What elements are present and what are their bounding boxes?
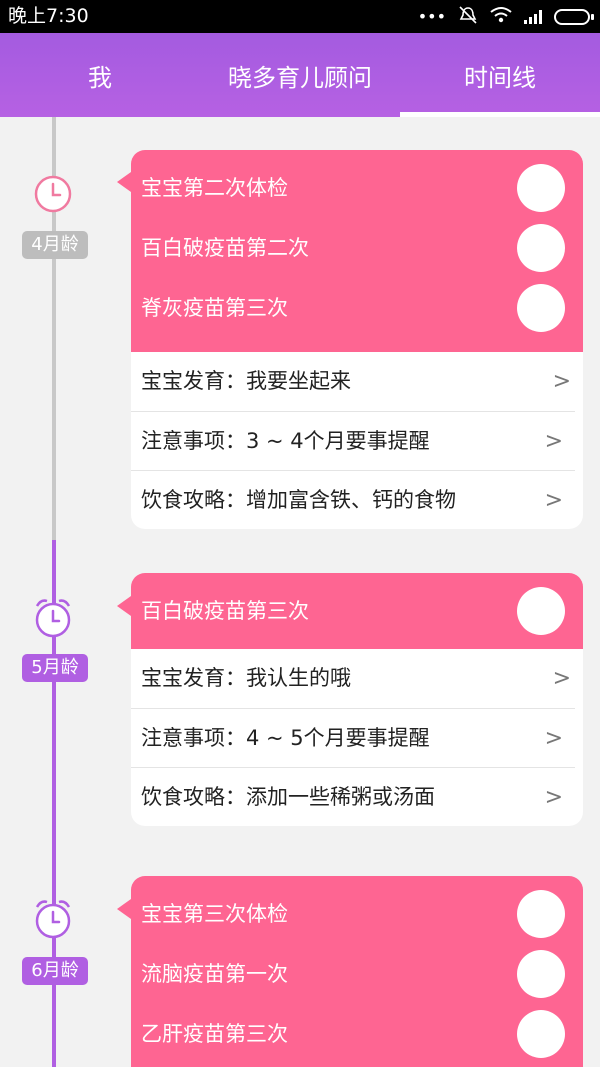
wifi-icon	[490, 6, 512, 28]
vaccine-check-toggle[interactable]	[517, 890, 565, 938]
chevron-right-icon: >	[552, 369, 571, 394]
vaccine-item[interactable]: 乙肝疫苗第三次	[131, 1004, 583, 1064]
info-row-notes[interactable]: 注意事项：3 ~ 4个月要事提醒 >	[131, 411, 575, 470]
info-row-diet[interactable]: 饮食攻略：增加富含铁、钙的食物 >	[131, 470, 575, 529]
info-row-development[interactable]: 宝宝发育：我要坐起来 >	[131, 352, 583, 411]
timeline-card: 宝宝第三次体检 流脑疫苗第一次 乙肝疫苗第三次	[131, 876, 583, 1067]
vaccine-check-toggle[interactable]	[517, 587, 565, 635]
chevron-right-icon: >	[544, 488, 563, 513]
alarm-clock-icon	[33, 596, 73, 638]
chevron-right-icon: >	[544, 429, 563, 454]
signal-icon	[524, 9, 542, 24]
status-icons: •••	[417, 4, 594, 29]
info-row-notes[interactable]: 注意事项：4 ~ 5个月要事提醒 >	[131, 708, 575, 767]
vaccine-item[interactable]: 百白破疫苗第二次	[131, 218, 583, 278]
info-label: 注意事项：3 ~ 4个月要事提醒	[141, 429, 430, 453]
info-label: 宝宝发育：我认生的哦	[141, 666, 351, 690]
chevron-right-icon: >	[552, 666, 571, 691]
info-label: 宝宝发育：我要坐起来	[141, 369, 351, 393]
timeline-card: 宝宝第二次体检 百白破疫苗第二次 脊灰疫苗第三次 宝宝发育：我要坐起来 > 注意…	[131, 150, 583, 529]
chevron-right-icon: >	[544, 785, 563, 810]
more-icon: •••	[417, 7, 446, 26]
info-label: 饮食攻略：添加一些稀粥或汤面	[141, 785, 435, 809]
info-row-diet[interactable]: 饮食攻略：添加一些稀粥或汤面 >	[131, 767, 575, 826]
vaccine-label: 乙肝疫苗第三次	[141, 1022, 288, 1046]
status-bar: 晚上7:30 •••	[0, 0, 600, 33]
age-badge: 4月龄	[22, 231, 88, 259]
info-row-development[interactable]: 宝宝发育：我认生的哦 >	[131, 649, 583, 708]
mute-icon	[458, 5, 478, 29]
vaccine-item[interactable]: 流脑疫苗第一次	[131, 944, 583, 1004]
vaccine-check-toggle[interactable]	[517, 284, 565, 332]
tab-advisor[interactable]: 晓多育儿顾问	[200, 33, 400, 117]
card-pointer	[117, 172, 131, 192]
battery-icon	[554, 8, 594, 25]
age-badge: 6月龄	[22, 957, 88, 985]
info-list: 宝宝发育：我认生的哦 > 注意事项：4 ~ 5个月要事提醒 > 饮食攻略：添加一…	[131, 649, 583, 826]
age-badge: 5月龄	[22, 654, 88, 682]
vaccine-section: 宝宝第三次体检 流脑疫苗第一次 乙肝疫苗第三次	[131, 876, 583, 1064]
vaccine-check-toggle[interactable]	[517, 164, 565, 212]
vaccine-label: 脊灰疫苗第三次	[141, 296, 288, 320]
tab-bar: 我 晓多育儿顾问 时间线	[0, 33, 600, 117]
vaccine-label: 宝宝第三次体检	[141, 902, 288, 926]
vaccine-item[interactable]: 宝宝第二次体检	[131, 158, 583, 218]
chevron-right-icon: >	[544, 726, 563, 751]
vaccine-label: 百白破疫苗第三次	[141, 599, 309, 623]
vaccine-section: 宝宝第二次体检 百白破疫苗第二次 脊灰疫苗第三次	[131, 150, 583, 352]
vaccine-item[interactable]: 脊灰疫苗第三次	[131, 278, 583, 338]
clock-icon	[33, 174, 73, 214]
info-label: 饮食攻略：增加富含铁、钙的食物	[141, 488, 456, 512]
tab-timeline[interactable]: 时间线	[400, 33, 600, 117]
vaccine-check-toggle[interactable]	[517, 224, 565, 272]
vaccine-section: 百白破疫苗第三次	[131, 573, 583, 649]
info-list: 宝宝发育：我要坐起来 > 注意事项：3 ~ 4个月要事提醒 > 饮食攻略：增加富…	[131, 352, 583, 529]
tab-me[interactable]: 我	[0, 33, 200, 117]
vaccine-label: 宝宝第二次体检	[141, 176, 288, 200]
vaccine-label: 流脑疫苗第一次	[141, 962, 288, 986]
alarm-clock-icon	[33, 897, 73, 939]
timeline-card: 百白破疫苗第三次 宝宝发育：我认生的哦 > 注意事项：4 ~ 5个月要事提醒 >…	[131, 573, 583, 826]
vaccine-item[interactable]: 宝宝第三次体检	[131, 884, 583, 944]
vaccine-check-toggle[interactable]	[517, 950, 565, 998]
card-pointer	[117, 899, 131, 919]
vaccine-label: 百白破疫苗第二次	[141, 236, 309, 260]
active-tab-indicator	[400, 112, 600, 117]
status-time: 晚上7:30	[8, 5, 89, 27]
vaccine-check-toggle[interactable]	[517, 1010, 565, 1058]
vaccine-item[interactable]: 百白破疫苗第三次	[131, 581, 583, 641]
info-label: 注意事项：4 ~ 5个月要事提醒	[141, 726, 430, 750]
card-pointer	[117, 596, 131, 616]
